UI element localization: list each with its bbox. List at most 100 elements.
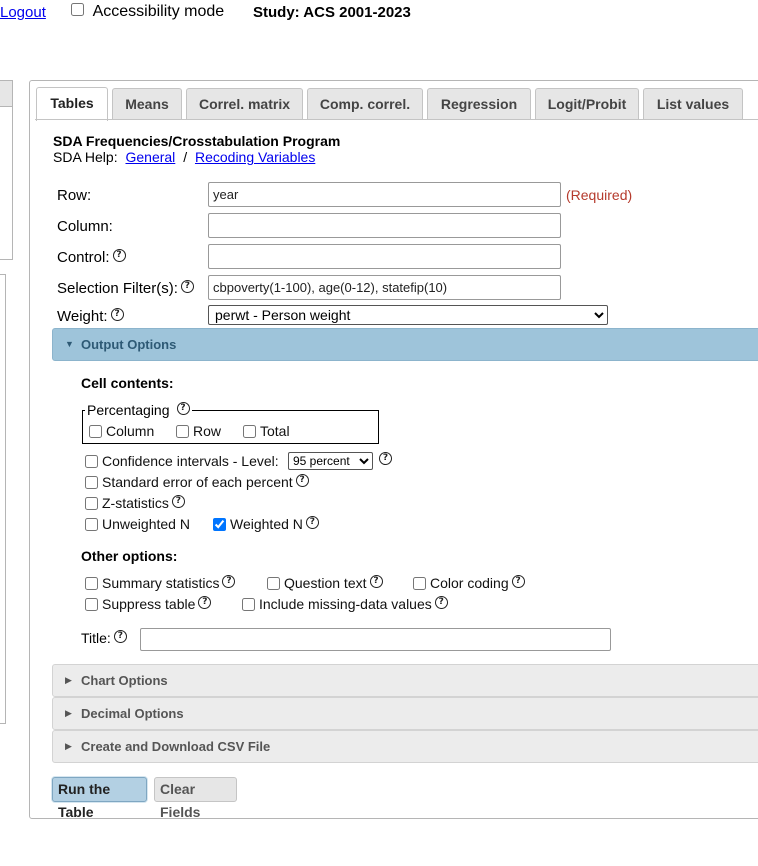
help-separator: / [183, 149, 188, 165]
weighted-n-label: Weighted N [230, 516, 303, 532]
program-title: SDA Frequencies/Crosstabulation Program [53, 133, 341, 149]
help-icon[interactable]: ? [305, 516, 319, 529]
row-input[interactable] [208, 182, 561, 207]
pct-total-option[interactable]: Total [243, 423, 290, 439]
z-stats-option[interactable]: Z-statistics? [85, 495, 185, 511]
pct-row-option[interactable]: Row [176, 423, 221, 439]
control-label-group: Control:? [57, 249, 126, 266]
unweighted-n-checkbox[interactable] [85, 517, 98, 531]
color-coding-option[interactable]: Color coding? [413, 575, 525, 591]
triangle-down-icon: ▼ [65, 339, 74, 349]
logout-link[interactable]: Logout [0, 4, 46, 21]
left-panel-lower [0, 274, 6, 724]
triangle-right-icon: ▶ [65, 741, 72, 751]
title-label: Title: [81, 630, 111, 646]
pct-row-label: Row [193, 423, 222, 439]
summary-stats-label: Summary statistics [102, 575, 220, 591]
run-table-button[interactable]: Run the Table [52, 777, 147, 820]
tab-tables[interactable]: Tables [36, 87, 108, 121]
help-icon[interactable]: ? [369, 575, 383, 588]
help-icon[interactable]: ? [198, 596, 212, 609]
pct-column-label: Column [106, 423, 155, 439]
include-missing-label: Include missing-data values [259, 596, 432, 612]
suppress-table-checkbox[interactable] [85, 597, 98, 611]
help-icon[interactable]: ? [180, 280, 194, 293]
help-icon[interactable]: ? [379, 452, 392, 465]
left-panel-upper [0, 80, 13, 260]
title-label-group: Title:? [81, 630, 127, 646]
z-stats-label: Z-statistics [102, 495, 169, 511]
std-error-checkbox[interactable] [85, 475, 98, 489]
accessibility-checkbox[interactable] [71, 3, 84, 17]
std-error-label: Standard error of each percent [102, 474, 293, 490]
weight-label: Weight: [57, 308, 108, 325]
decimal-options-title: Decimal Options [81, 706, 184, 721]
help-icon[interactable]: ? [511, 575, 525, 588]
output-options-header[interactable]: ▼ Output Options [52, 328, 758, 361]
row-label: Row: [57, 187, 92, 204]
pct-total-checkbox[interactable] [243, 424, 256, 438]
weighted-n-checkbox[interactable] [213, 517, 226, 531]
cell-contents-heading: Cell contents: [81, 375, 174, 391]
weight-label-group: Weight:? [57, 308, 124, 325]
required-note: (Required) [566, 187, 633, 203]
help-recoding-link[interactable]: Recoding Variables [195, 149, 315, 165]
unweighted-n-option[interactable]: Unweighted N [85, 516, 190, 532]
output-options-title: Output Options [81, 337, 177, 352]
include-missing-checkbox[interactable] [242, 597, 255, 611]
unweighted-n-label: Unweighted N [102, 516, 190, 532]
accessibility-mode-toggle[interactable]: Accessibility mode [71, 3, 224, 21]
decimal-options-header[interactable]: ▶ Decimal Options [52, 697, 758, 730]
help-icon[interactable]: ? [112, 249, 126, 262]
std-error-option[interactable]: Standard error of each percent? [85, 474, 309, 490]
help-icon[interactable]: ? [113, 630, 127, 643]
help-icon[interactable]: ? [171, 495, 185, 508]
weighted-n-option[interactable]: Weighted N? [213, 516, 319, 532]
summary-stats-option[interactable]: Summary statistics? [85, 575, 236, 591]
help-icon[interactable]: ? [176, 402, 190, 415]
suppress-table-label: Suppress table [102, 596, 196, 612]
color-coding-label: Color coding [430, 575, 509, 591]
help-icon[interactable]: ? [434, 596, 448, 609]
question-text-checkbox[interactable] [267, 576, 280, 590]
tab-logit-probit[interactable]: Logit/Probit [535, 88, 639, 120]
pct-column-checkbox[interactable] [89, 424, 102, 438]
tab-regression[interactable]: Regression [427, 88, 531, 120]
help-icon[interactable]: ? [295, 474, 309, 487]
confidence-intervals-option[interactable]: Confidence intervals - Level: [85, 453, 279, 469]
tab-divider [35, 119, 758, 120]
color-coding-checkbox[interactable] [413, 576, 426, 590]
title-input[interactable] [140, 628, 611, 651]
z-stats-checkbox[interactable] [85, 496, 98, 510]
csv-download-title: Create and Download CSV File [81, 739, 271, 754]
control-input[interactable] [208, 244, 561, 269]
help-general-link[interactable]: General [125, 149, 175, 165]
help-icon[interactable]: ? [110, 308, 124, 321]
weight-select[interactable]: perwt - Person weight [208, 305, 608, 325]
pct-total-label: Total [260, 423, 290, 439]
help-links: SDA Help: General / Recoding Variables [53, 149, 315, 165]
summary-stats-checkbox[interactable] [85, 576, 98, 590]
tab-means[interactable]: Means [112, 88, 182, 120]
include-missing-option[interactable]: Include missing-data values? [242, 596, 448, 612]
confidence-intervals-label: Confidence intervals - Level: [102, 453, 279, 469]
ci-level-select[interactable]: 95 percent [288, 452, 373, 470]
column-input[interactable] [208, 213, 561, 238]
selection-filter-input[interactable] [208, 275, 561, 300]
csv-download-header[interactable]: ▶ Create and Download CSV File [52, 730, 758, 763]
help-icon[interactable]: ? [222, 575, 236, 588]
clear-fields-button[interactable]: Clear Fields [154, 777, 237, 820]
percentaging-legend: Percentaging? [85, 402, 192, 418]
tab-correl-matrix[interactable]: Correl. matrix [186, 88, 303, 120]
tab-comp-correl[interactable]: Comp. correl. [307, 88, 423, 120]
suppress-table-option[interactable]: Suppress table? [85, 596, 212, 612]
chart-options-title: Chart Options [81, 673, 168, 688]
study-title: Study: ACS 2001-2023 [253, 4, 411, 21]
question-text-option[interactable]: Question text? [267, 575, 383, 591]
triangle-right-icon: ▶ [65, 708, 72, 718]
chart-options-header[interactable]: ▶ Chart Options [52, 664, 758, 697]
pct-column-option[interactable]: Column [89, 423, 154, 439]
confidence-intervals-checkbox[interactable] [85, 454, 98, 468]
pct-row-checkbox[interactable] [176, 424, 189, 438]
tab-list-values[interactable]: List values [643, 88, 743, 120]
